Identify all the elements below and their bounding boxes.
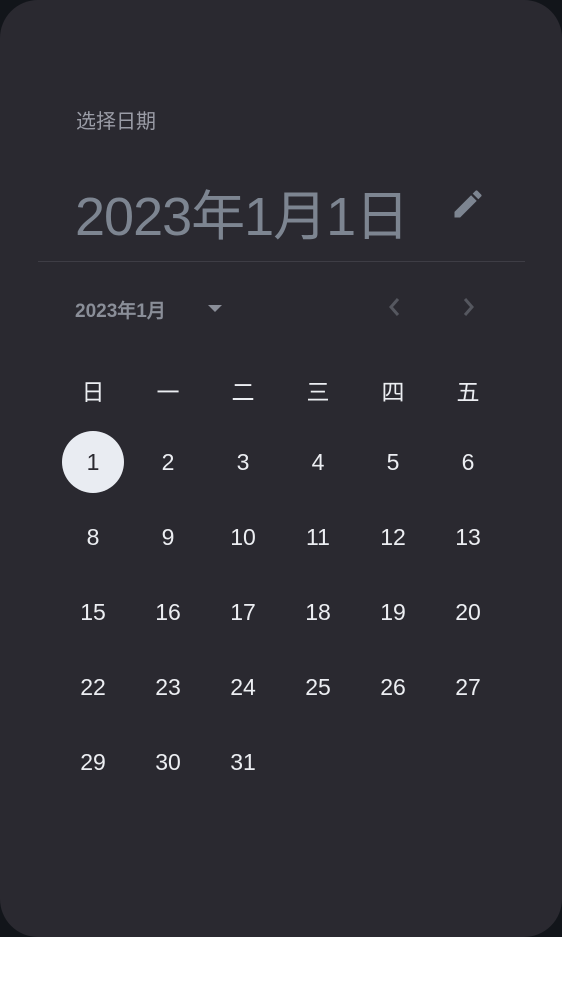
day-cell[interactable]: 16	[137, 581, 199, 643]
divider	[38, 261, 525, 262]
day-cell[interactable]: 31	[212, 731, 274, 793]
date-picker-dialog: 选择日期 2023年1月1日 2023年1月 日一二三四五 1 2 3 4 5 6 8 9 10 1…	[0, 0, 562, 937]
weekday-header: 五	[456, 379, 480, 405]
dialog-title: 选择日期	[76, 111, 156, 133]
selected-date-headline: 2023年1月1日	[75, 187, 409, 247]
day-cell[interactable]: 24	[212, 656, 274, 718]
day-cell[interactable]: 15	[62, 581, 124, 643]
day-cell[interactable]: 25	[287, 656, 349, 718]
day-cell[interactable]: 29	[62, 731, 124, 793]
day-cell[interactable]: 3	[212, 431, 274, 493]
day-cell[interactable]: 13	[437, 506, 499, 568]
month-year-selector[interactable]: 2023年1月	[75, 296, 166, 323]
day-cell[interactable]: 27	[437, 656, 499, 718]
next-month-chevron-icon[interactable]	[455, 293, 483, 321]
day-cell[interactable]: 10	[212, 506, 274, 568]
weekday-header: 三	[306, 379, 330, 405]
edit-pencil-icon[interactable]	[450, 186, 486, 222]
day-cell[interactable]: 23	[137, 656, 199, 718]
day-cell[interactable]: 20	[437, 581, 499, 643]
previous-month-chevron-icon[interactable]	[380, 293, 408, 321]
day-cell[interactable]: 22	[62, 656, 124, 718]
weekday-header: 日	[81, 379, 105, 405]
dropdown-arrow-icon[interactable]	[206, 301, 224, 313]
day-cell[interactable]: 30	[137, 731, 199, 793]
day-cell[interactable]: 19	[362, 581, 424, 643]
day-cell[interactable]: 2	[137, 431, 199, 493]
day-cell[interactable]: 26	[362, 656, 424, 718]
day-cell[interactable]: 5	[362, 431, 424, 493]
day-cell-selected[interactable]: 1	[62, 431, 124, 493]
day-cell[interactable]: 8	[62, 506, 124, 568]
day-cell[interactable]: 11	[287, 506, 349, 568]
day-cell[interactable]: 18	[287, 581, 349, 643]
weekday-header: 二	[231, 379, 255, 405]
day-cell[interactable]: 12	[362, 506, 424, 568]
weekday-header: 四	[381, 379, 405, 405]
day-cell[interactable]: 4	[287, 431, 349, 493]
weekday-header: 一	[156, 379, 180, 405]
day-cell[interactable]: 17	[212, 581, 274, 643]
day-cell[interactable]: 6	[437, 431, 499, 493]
day-cell[interactable]: 9	[137, 506, 199, 568]
